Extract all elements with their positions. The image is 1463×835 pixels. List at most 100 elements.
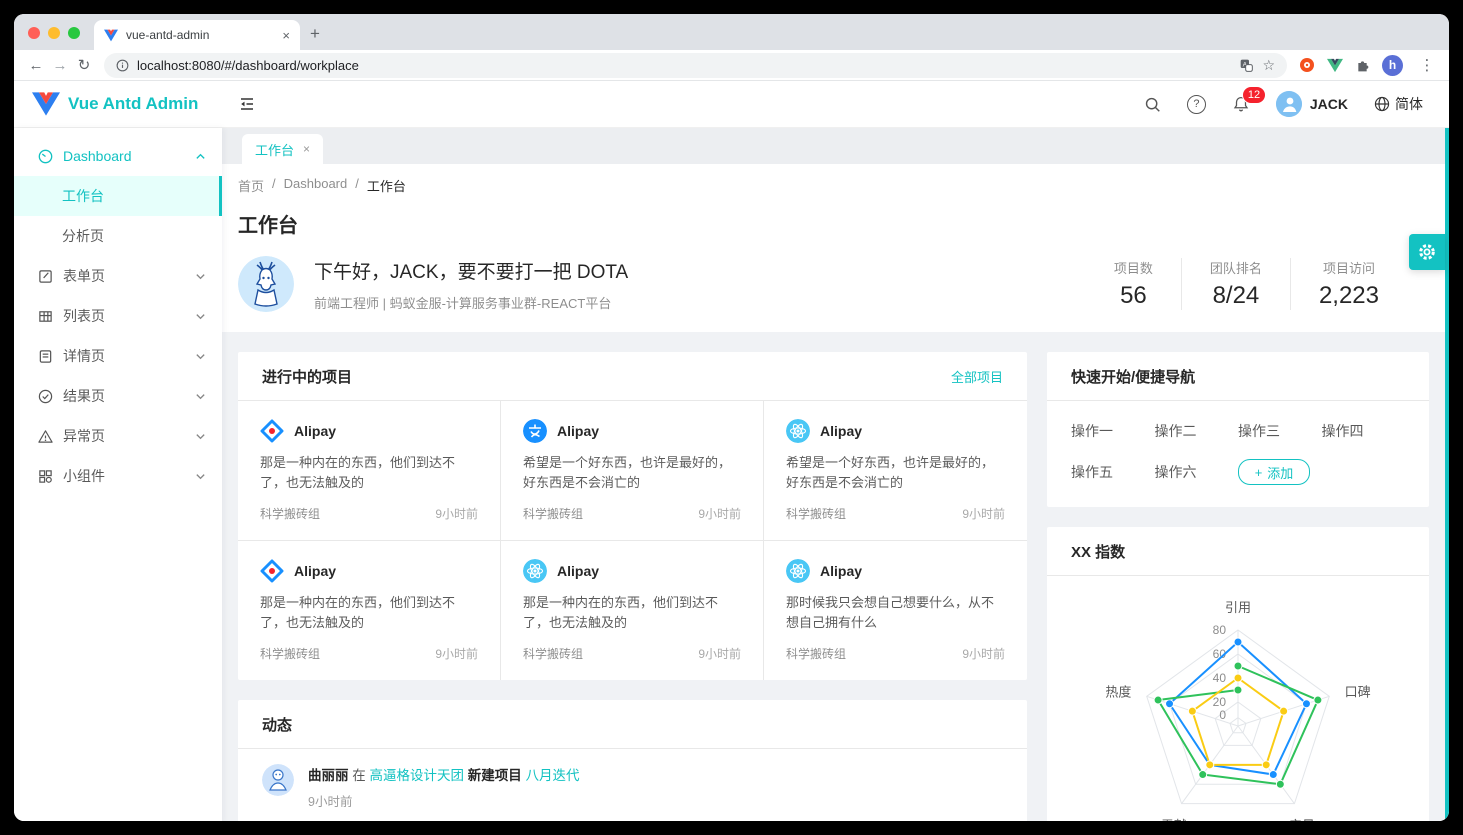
search-icon[interactable] xyxy=(1144,96,1161,113)
stat-team-rank: 团队排名 8/24 xyxy=(1181,258,1290,310)
extensions-puzzle-icon[interactable] xyxy=(1355,58,1370,73)
project-group-link[interactable]: 科学搬砖组 xyxy=(260,505,320,522)
quicknav-link-2[interactable]: 操作二 xyxy=(1155,421,1239,441)
warning-icon xyxy=(38,429,53,444)
chart-card-title: XX 指数 xyxy=(1071,541,1125,562)
settings-gear-button[interactable] xyxy=(1409,234,1445,270)
language-label: 简体 xyxy=(1395,94,1423,114)
antd-logo-icon xyxy=(260,419,284,443)
add-button[interactable]: + 添加 xyxy=(1238,459,1310,485)
browser-menu-icon[interactable]: ⋮ xyxy=(1415,56,1439,74)
sidebar: Dashboard 工作台 分析页 表单页 列表页 详情页 xyxy=(14,128,222,821)
project-group-link[interactable]: 科学搬砖组 xyxy=(786,505,846,522)
activity-target-link[interactable]: 八月迭代 xyxy=(526,768,580,783)
help-icon[interactable]: ? xyxy=(1187,95,1206,114)
svg-text:40: 40 xyxy=(1213,671,1227,685)
activity-time: 9小时前 xyxy=(308,791,580,810)
project-card[interactable]: Alipay 那时候我只会想自己想要什么，从不想自己拥有什么 科学搬砖组9小时前 xyxy=(764,541,1027,680)
plus-icon: + xyxy=(1255,465,1263,480)
user-menu[interactable]: JACK xyxy=(1276,91,1348,117)
forward-icon[interactable]: → xyxy=(48,57,72,74)
site-info-icon[interactable] xyxy=(116,59,129,72)
notification-badge: 12 xyxy=(1242,86,1266,104)
activity-group-link[interactable]: 高逼格设计天团 xyxy=(370,768,465,783)
chevron-down-icon xyxy=(195,391,206,402)
language-switcher[interactable]: 简体 xyxy=(1374,94,1423,114)
project-group-link[interactable]: 科学搬砖组 xyxy=(786,645,846,662)
vue-favicon-icon xyxy=(104,29,118,42)
table-icon xyxy=(38,309,53,324)
radar-chart: 020406080引用口碑产量贡献热度 abc xyxy=(1047,576,1429,821)
project-card[interactable]: Alipay 那是一种内在的东西，他们到达不了，也无法触及的 科学搬砖组9小时前 xyxy=(501,541,764,680)
chevron-down-icon xyxy=(195,271,206,282)
reload-icon[interactable]: ↻ xyxy=(72,56,96,74)
chevron-down-icon xyxy=(195,351,206,362)
sidebar-item-details[interactable]: 详情页 xyxy=(14,336,222,376)
sidebar-item-workplace[interactable]: 工作台 xyxy=(14,176,222,216)
sidebar-item-results[interactable]: 结果页 xyxy=(14,376,222,416)
page-tab-workplace[interactable]: 工作台 × xyxy=(242,134,323,164)
breadcrumb-dashboard[interactable]: Dashboard xyxy=(284,176,348,195)
vue-devtools-icon[interactable] xyxy=(1327,58,1343,73)
translate-icon[interactable]: A xyxy=(1239,58,1254,73)
breadcrumb: 首页 / Dashboard / 工作台 xyxy=(238,176,1425,195)
form-icon xyxy=(38,269,53,284)
back-icon[interactable]: ← xyxy=(24,57,48,74)
extension-orange-icon[interactable] xyxy=(1299,57,1315,73)
project-card[interactable]: Alipay 那是一种内在的东西，他们到达不了，也无法触及的 科学搬砖组9小时前 xyxy=(238,401,501,541)
tab-close-icon[interactable]: × xyxy=(282,28,290,43)
breadcrumb-home[interactable]: 首页 xyxy=(238,176,264,195)
project-group-link[interactable]: 科学搬砖组 xyxy=(523,505,583,522)
quicknav-link-4[interactable]: 操作四 xyxy=(1322,421,1406,441)
quicknav-link-6[interactable]: 操作六 xyxy=(1155,462,1239,482)
react-logo-icon xyxy=(786,419,810,443)
chevron-up-icon xyxy=(195,151,206,162)
sidebar-item-analysis[interactable]: 分析页 xyxy=(14,216,222,256)
page-title: 工作台 xyxy=(238,209,1425,238)
menu-fold-icon[interactable] xyxy=(238,95,256,113)
svg-text:80: 80 xyxy=(1213,623,1227,637)
sidebar-item-forms[interactable]: 表单页 xyxy=(14,256,222,296)
sidebar-item-lists[interactable]: 列表页 xyxy=(14,296,222,336)
project-card[interactable]: Alipay 那是一种内在的东西，他们到达不了，也无法触及的 科学搬砖组9小时前 xyxy=(238,541,501,680)
sidebar-item-widgets[interactable]: 小组件 xyxy=(14,456,222,496)
widgets-icon xyxy=(38,469,53,484)
notification-bell[interactable]: 12 xyxy=(1232,95,1250,113)
new-tab-button[interactable]: + xyxy=(310,24,320,44)
maximize-window-button[interactable] xyxy=(68,27,80,39)
quicknav-link-3[interactable]: 操作三 xyxy=(1238,421,1322,441)
app-logo[interactable]: Vue Antd Admin xyxy=(14,91,222,117)
app-header: Vue Antd Admin ? 12 JACK xyxy=(14,81,1449,128)
bookmark-star-icon[interactable]: ☆ xyxy=(1262,57,1275,74)
react-logo-icon xyxy=(523,559,547,583)
project-card[interactable]: Alipay 希望是一个好东西，也许是最好的，好东西是不会消亡的 科学搬砖组9小… xyxy=(764,401,1027,541)
minimize-window-button[interactable] xyxy=(48,27,60,39)
browser-tab-strip: vue-antd-admin × + xyxy=(14,14,1449,50)
projects-card: 进行中的项目 全部项目 Alipay 那是一种内在的东西，他们到达不了，也无法触… xyxy=(238,352,1027,680)
project-group-link[interactable]: 科学搬砖组 xyxy=(523,645,583,662)
browser-tab[interactable]: vue-antd-admin × xyxy=(94,20,300,50)
project-card[interactable]: Alipay 希望是一个好东西，也许是最好的，好东西是不会消亡的 科学搬砖组9小… xyxy=(501,401,764,541)
activity-action: 新建项目 xyxy=(468,768,522,783)
sidebar-item-exceptions[interactable]: 异常页 xyxy=(14,416,222,456)
close-window-button[interactable] xyxy=(28,27,40,39)
all-projects-link[interactable]: 全部项目 xyxy=(951,367,1003,386)
quicknav-link-1[interactable]: 操作一 xyxy=(1071,421,1155,441)
user-avatar xyxy=(1276,91,1302,117)
quicknav-card: 快速开始/便捷导航 操作一 操作二 操作三 操作四 操作五 操作六 + 添加 xyxy=(1047,352,1429,507)
sidebar-item-dashboard[interactable]: Dashboard xyxy=(14,136,222,176)
gear-icon xyxy=(1417,242,1437,262)
greeting-subtitle: 前端工程师 | 蚂蚁金服-计算服务事业群-REACT平台 xyxy=(314,293,628,312)
page-tab-close-icon[interactable]: × xyxy=(303,142,310,156)
chevron-down-icon xyxy=(195,431,206,442)
browser-window: vue-antd-admin × + ← → ↻ localhost:8080/… xyxy=(14,14,1449,821)
activity-user: 曲丽丽 xyxy=(308,768,349,783)
chevron-down-icon xyxy=(195,471,206,482)
quicknav-link-5[interactable]: 操作五 xyxy=(1071,462,1155,482)
traffic-lights xyxy=(28,27,80,39)
address-bar[interactable]: localhost:8080/#/dashboard/workplace A ☆ xyxy=(104,53,1287,78)
project-group-link[interactable]: 科学搬砖组 xyxy=(260,645,320,662)
browser-profile-avatar[interactable]: h xyxy=(1382,55,1403,76)
check-circle-icon xyxy=(38,389,53,404)
svg-text:产量: 产量 xyxy=(1289,818,1315,821)
